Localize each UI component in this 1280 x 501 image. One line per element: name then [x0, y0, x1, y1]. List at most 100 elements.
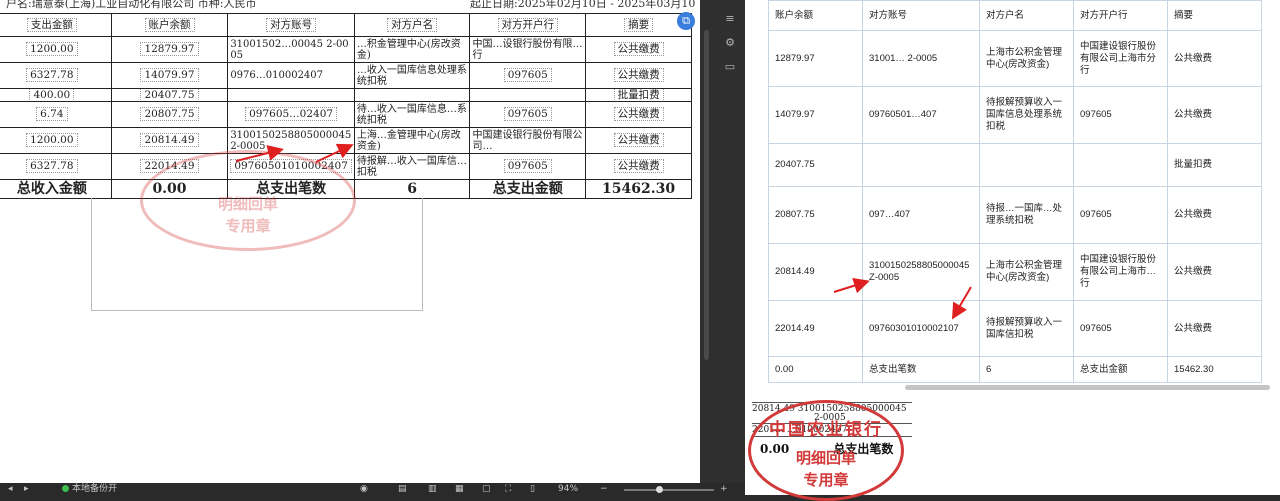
memo: 批量扣费 [613, 89, 664, 101]
settings-icon[interactable]: ⚙ [723, 36, 737, 50]
counter-name: 待报…一国库…处理系统扣税 [979, 186, 1074, 244]
counter-account [227, 88, 355, 102]
col-header-name: 对方户名 [353, 13, 471, 37]
counter-name: …积金管理中心(房改资金) [353, 36, 471, 63]
web-header-row: 账户余额 对方账号 对方户名 对方开户行 摘要 [768, 0, 1262, 31]
table-header-row: 支出金额 账户余额 对方账号 对方户名 对方开户行 摘要 [0, 13, 692, 37]
horizontal-scrollbar[interactable] [905, 385, 1270, 390]
counter-name [353, 88, 471, 102]
counter-bank [1073, 143, 1168, 187]
out-amount: 6327.78 [26, 159, 78, 173]
zoom-value[interactable]: 94% [558, 483, 578, 495]
counter-account: 3100150258805000045Z-0005 [862, 243, 980, 301]
document-viewer: 户名:瑞意泰(上海)工业自动化有限公司 币种:人民币 起止日期:2025年02月… [0, 0, 700, 483]
counter-name: 上海…金管理中心(房改资金) [353, 127, 471, 154]
counter-account: 31001… 2-0005 [862, 30, 980, 87]
total-balance: 0.00 [768, 356, 863, 383]
counter-bank: 097605 [503, 68, 552, 82]
total-out-value: 15462.30 [585, 179, 692, 199]
counter-bank: 097605 [1073, 86, 1168, 144]
backup-dot-icon [62, 485, 69, 492]
memo: 公共缴费 [613, 107, 664, 121]
total-in-label: 总收入金额 [0, 179, 112, 199]
memo: 批量扣费 [1167, 143, 1262, 187]
col-header-out: 支出金额 [0, 13, 112, 37]
table-row: 1200.00 12879.97 31001502…00045 2-0005 …… [0, 36, 692, 63]
backup-status[interactable]: 本地备份开 [62, 483, 117, 495]
statement-table: 支出金额 账户余额 对方账号 对方户名 对方开户行 摘要 1200.00 128… [0, 13, 692, 199]
eye-icon[interactable]: ◉ [360, 483, 368, 495]
floating-tool-icon[interactable]: ⧉ [677, 12, 695, 30]
date-range-header: 起止日期:2025年02月10日 - 2025年03月10 [470, 0, 696, 10]
forward-icon[interactable]: ▸ [24, 483, 29, 495]
bank-stamp: 明细回单 专用章 [140, 150, 356, 251]
web-col-bank: 对方开户行 [1073, 0, 1168, 31]
table-row: 14079.97 09760501…407 待报解预算收入一国库信息处理系统扣税… [768, 86, 1262, 144]
zoom-slider-handle[interactable] [656, 486, 663, 493]
back-icon[interactable]: ◂ [8, 483, 13, 495]
counter-bank: 097605 [503, 107, 552, 121]
total-count-value: 6 [979, 356, 1074, 383]
balance: 14079.97 [768, 86, 863, 144]
fit-icon[interactable]: ⛶ [505, 483, 511, 495]
counter-account: 097605…02407 [245, 107, 338, 121]
memo: 公共缴费 [613, 133, 664, 147]
total-row: 0.00 总支出笔数 6 总支出金额 15462.30 [768, 356, 1262, 383]
page-view-icon[interactable]: ▥ [428, 483, 437, 495]
web-col-name: 对方户名 [979, 0, 1074, 31]
status-bar: ◂ ▸ 本地备份开 ◉ ▤ ▥ ▦ ▢ ⛶ ▯ 94% − + [0, 483, 745, 495]
counter-name: 待报解预算收入一国库信息处理系统扣税 [979, 86, 1074, 144]
table-row: 12879.97 31001… 2-0005 上海市公积金管理中心(房改资金) … [768, 30, 1262, 87]
out-amount: 1200.00 [26, 133, 78, 147]
counter-bank: 中国建设银行股份有限公司上海市分行 [1073, 30, 1168, 87]
counter-bank: 中国建设银行股份有限公司上海市…行 [1073, 243, 1168, 301]
balance: 12879.97 [768, 30, 863, 87]
vertical-scrollbar[interactable] [704, 30, 709, 360]
counter-account: 097…407 [862, 186, 980, 244]
counter-name: 上海市公积金管理中心(房改资金) [979, 30, 1074, 87]
counter-name: …收入一国库信息处理系统扣税 [353, 62, 471, 89]
memo: 公共缴费 [1167, 30, 1262, 87]
table-row: 6.74 20807.75 097605…02407 待…收入一国库信息…系统扣… [0, 101, 692, 128]
table-row: 6327.78 14079.97 0976…010002407 …收入一国库信息… [0, 62, 692, 89]
counter-name: 上海市公积金管理中心(房改资金) [979, 243, 1074, 301]
balance: 12879.97 [140, 42, 199, 56]
memo: 公共缴费 [613, 42, 664, 56]
memo: 公共缴费 [1167, 243, 1262, 301]
memo: 公共缴费 [1167, 186, 1262, 244]
menu-icon[interactable]: ≡ [723, 12, 737, 26]
balance: 20814.49 [768, 243, 863, 301]
counter-name: 待…收入一国库信息…系统扣税 [353, 101, 471, 128]
zoom-in-icon[interactable]: + [720, 483, 728, 495]
table-row: 1200.00 20814.49 3100150258805000045 2-0… [0, 127, 692, 154]
web-view-icon[interactable]: ▢ [482, 483, 491, 495]
counter-bank: 中国建设银行股份有限公司… [469, 127, 587, 154]
memo: 公共缴费 [613, 68, 664, 82]
out-amount: 6327.78 [26, 68, 78, 82]
out-amount: 1200.00 [26, 42, 78, 56]
counter-name: 待报解预算收入一国库信扣税 [979, 300, 1074, 357]
col-header-balance: 账户余额 [110, 13, 229, 37]
page-icon[interactable]: ▭ [723, 60, 737, 74]
account-name-header: 户名:瑞意泰(上海)工业自动化有限公司 币种:人民币 [6, 0, 257, 10]
memo: 公共缴费 [1167, 300, 1262, 357]
col-header-memo: 摘要 [585, 13, 692, 37]
zoom-out-icon[interactable]: − [600, 483, 608, 495]
web-col-memo: 摘要 [1167, 0, 1262, 31]
table-row: 20807.75 097…407 待报…一国库…处理系统扣税 097605 公共… [768, 186, 1262, 244]
balance: 20807.75 [140, 107, 199, 121]
counter-account: 09760301010002107 [862, 300, 980, 357]
counter-name: 待报解…收入一国库信…扣税 [353, 153, 471, 180]
col-header-bank: 对方开户行 [469, 13, 587, 37]
balance: 20807.75 [768, 186, 863, 244]
counter-account: 31001502…00045 2-0005 [227, 36, 355, 63]
layout-icon[interactable]: ▦ [455, 483, 464, 495]
table-row: 400.00 20407.75 批量扣费 [0, 88, 692, 102]
out-amount: 6.74 [36, 107, 68, 121]
zoom-slider[interactable] [624, 489, 714, 491]
counter-bank: 中国…设银行股份有限…行 [469, 36, 587, 63]
view-icon[interactable]: ▤ [398, 483, 407, 495]
total-out-label: 总支出金额 [469, 179, 587, 199]
counter-bank: 097605 [1073, 300, 1168, 357]
read-icon[interactable]: ▯ [530, 483, 535, 495]
